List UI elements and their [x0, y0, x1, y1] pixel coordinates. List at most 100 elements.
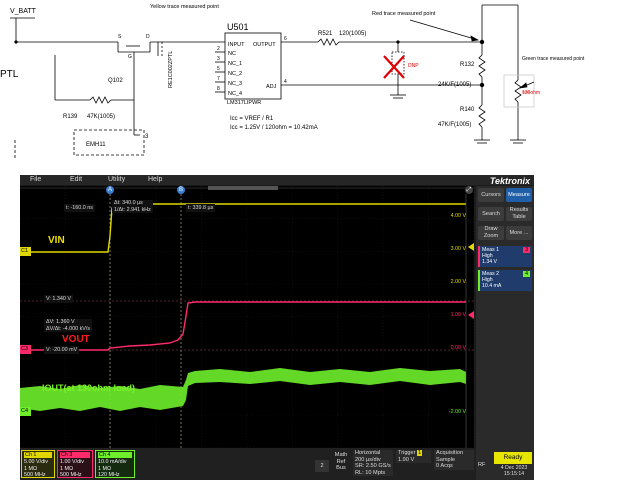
- ch1-badge[interactable]: Ch 1 5.00 V/div 1 MΩ 500 MHz: [21, 450, 55, 478]
- meas1-channel-badge: 3: [523, 247, 530, 254]
- cursors-button[interactable]: Cursors: [478, 188, 504, 202]
- meas2-value: 10.4 mA: [482, 283, 502, 290]
- u501-pinnum-5: 5: [217, 66, 220, 72]
- acquisition-badge[interactable]: Acquisition Sample 0 Acqs: [434, 450, 474, 470]
- menu-edit[interactable]: Edit: [70, 176, 82, 183]
- trigger-channel-badge: 1: [417, 450, 423, 456]
- ch1-scale-4v: 4.00 V: [450, 213, 466, 219]
- ch1-bandwidth: 500 MHz: [24, 472, 46, 479]
- oscilloscope-screen: File Edit Utility Help Tektronix A B t: …: [20, 175, 534, 480]
- meas2-channel-badge: 4: [523, 271, 530, 278]
- cursor-delta-voltage-readout: ΔV: 1.360 V ΔV/Δt: -4.000 kV/s: [44, 319, 93, 332]
- cursor-b-time-readout: t: 339.8 µs: [186, 204, 216, 212]
- results-table-button[interactable]: Results Table: [506, 207, 532, 221]
- u501-pin-nc1: NC_1: [228, 61, 242, 67]
- ch1-scale: 5.00 V/div: [24, 459, 48, 466]
- u501-pin-nc4: NC_4: [228, 91, 242, 97]
- channel-2-button[interactable]: 2: [315, 460, 329, 472]
- r139-label: R139: [63, 114, 78, 120]
- tektronix-logo: Tektronix: [489, 176, 530, 186]
- load-label: 130ohm: [522, 90, 540, 96]
- math-ref-bus-button[interactable]: Math Ref Bus: [332, 452, 350, 472]
- search-button[interactable]: Search: [478, 207, 504, 221]
- icc-equation-2: Icc = 1.25V / 120ohm = 10.42mA: [230, 125, 318, 131]
- waveform-graph: [20, 186, 474, 448]
- meas1-value: 1.34 V: [482, 259, 497, 266]
- q102-pin-g: G: [128, 54, 132, 60]
- ch4-scale-neg2v: -2.00 V: [448, 409, 466, 415]
- bus-label: Bus: [336, 465, 346, 471]
- u501-pin-output: OUTPUT: [253, 42, 276, 48]
- cursor-a-time-readout: t: -160.0 ns: [64, 204, 95, 212]
- meas2-title: Meas 2: [482, 271, 500, 277]
- measure-button[interactable]: Measure: [506, 188, 532, 202]
- u501-pin-nc2: NC_2: [228, 71, 242, 77]
- ch3-offset-arrow[interactable]: [468, 311, 474, 319]
- emh11-pin3: 3: [145, 134, 149, 140]
- annotation-red: Red trace measured point: [372, 11, 436, 17]
- bottom-bar: Ch 1 5.00 V/div 1 MΩ 500 MHz Ch 3 1.00 V…: [20, 448, 476, 480]
- meas1-badge-panel[interactable]: Meas 1 3 High 1.34 V: [478, 246, 532, 267]
- r140-value: 47K/F(1005): [438, 122, 471, 128]
- cursor-delta-time-readout: Δt: 340.0 µs 1/Δt: 2.941 kHz: [112, 200, 153, 213]
- rf-button[interactable]: RF: [478, 462, 488, 469]
- delta-v-per-t: ΔV/Δt: -4.000 kV/s: [46, 325, 91, 332]
- menu-help[interactable]: Help: [148, 176, 162, 183]
- annotation-yellow: Yellow trace measured point: [150, 4, 219, 10]
- icc-equation-1: Icc = VREF / R1: [230, 116, 274, 122]
- ch4-badge[interactable]: Ch 4 10.0 mA/div 1 MΩ 120 MHz: [95, 450, 135, 478]
- iout-label: IOUT(at 130ohm load): [42, 383, 136, 393]
- trigger-level-arrow[interactable]: [468, 243, 474, 251]
- acquisition-count: 0 Acqs: [436, 463, 453, 469]
- cursor-b-badge[interactable]: B: [177, 186, 185, 194]
- meas1-title: Meas 1: [482, 247, 500, 253]
- expand-icon[interactable]: ⤢: [465, 186, 473, 194]
- run-status-ready[interactable]: Ready: [494, 452, 532, 464]
- horizontal-record-length: RL: 10 Mpts: [355, 469, 386, 476]
- ch3-scale-1v: 1.00 V: [450, 312, 466, 318]
- meas2-badge-panel[interactable]: Meas 2 4 High 10.4 mA: [478, 270, 532, 291]
- ch3-title: Ch 3: [60, 452, 90, 459]
- cursor-a-badge[interactable]: A: [106, 186, 114, 194]
- draw-zoom-button[interactable]: Draw Zoom: [478, 226, 504, 240]
- r132-value: 24K/F(1005): [438, 82, 471, 88]
- ch4-bandwidth: 120 MHz: [98, 472, 120, 479]
- horizontal-sample-rate: SR: 2.50 GS/s: [355, 463, 391, 469]
- time-label: 15:15:14: [503, 471, 525, 477]
- date-time: 4 Dec 2023 15:15:14: [494, 465, 534, 477]
- net-vbatt-label: V_BATT: [10, 8, 37, 15]
- ch3-scale-0v: 0.00 V: [450, 345, 466, 351]
- ch4-title: Ch 4: [98, 452, 132, 459]
- annotation-green: Green trace measured point: [522, 56, 585, 62]
- ch3-ground-marker[interactable]: C3: [20, 345, 31, 354]
- ch1-ground-marker[interactable]: C1: [20, 247, 31, 256]
- ch3-badge[interactable]: Ch 3 1.00 V/div 1 MΩ 500 MHz: [57, 450, 93, 478]
- ch1-scale-2v: 2.00 V: [450, 279, 466, 285]
- trigger-level: 1.90 V: [398, 456, 415, 463]
- horizontal-badge[interactable]: Horizontal 200 µs/div SR: 2.50 GS/s RL: …: [353, 450, 393, 476]
- cursor-h2-voltage-readout: V: -20.00 mV: [44, 346, 80, 354]
- u501-pinnum-6: 6: [284, 36, 287, 42]
- zoom-window-marker[interactable]: [208, 186, 278, 190]
- u501-pin-nc3: NC_3: [228, 81, 242, 87]
- ch1-scale-3v: 3.00 V: [450, 246, 466, 252]
- q102-pin-d: D: [146, 34, 150, 40]
- cursor-h1-voltage-readout: V: 1.340 V: [44, 295, 73, 303]
- u501-pinnum-2: 2: [217, 46, 220, 52]
- q102-pin-s: S: [118, 34, 122, 40]
- trigger-badge[interactable]: Trigger 1 1.90 V: [396, 450, 431, 463]
- menu-utility[interactable]: Utility: [108, 176, 125, 183]
- r132-label: R132: [460, 62, 475, 68]
- more-button[interactable]: More ...: [506, 226, 532, 240]
- u501-ref: U501: [227, 22, 249, 32]
- waveform-area: A B t: -160.0 ns Δt: 340.0 µs 1/Δt: 2.94…: [20, 186, 474, 448]
- r140-label: R140: [460, 107, 475, 113]
- q102-ref: Q102: [108, 78, 123, 84]
- ch4-ground-marker[interactable]: C4: [20, 407, 31, 416]
- vout-label: VOUT: [62, 334, 90, 345]
- r521-value: 120(1005): [339, 31, 366, 37]
- menu-file[interactable]: File: [30, 176, 41, 183]
- u501-pin-input: INPUT: [228, 42, 245, 48]
- trigger-title: Trigger: [398, 450, 416, 456]
- ch1-title: Ch 1: [24, 452, 52, 459]
